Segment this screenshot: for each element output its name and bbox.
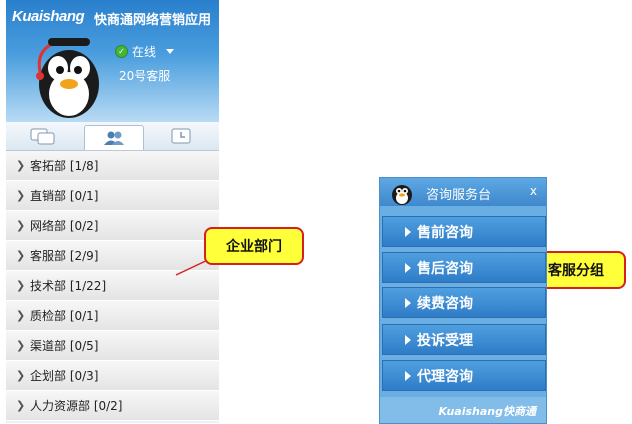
department-label: 直销部 [0/1] xyxy=(30,189,99,203)
footer-brand-latin: Kuaishang xyxy=(438,405,503,418)
play-arrow-icon xyxy=(405,297,411,308)
department-item[interactable]: ❯ 客服部 [2/9] xyxy=(6,241,219,271)
footer-brand-cn: 快商通 xyxy=(503,405,536,418)
department-label: 客拓部 [1/8] xyxy=(30,159,99,173)
contacts-icon xyxy=(104,131,124,145)
mascot-icon xyxy=(392,185,412,205)
play-arrow-icon xyxy=(405,262,411,273)
play-arrow-icon xyxy=(405,370,411,381)
chevron-right-icon: ❯ xyxy=(16,249,26,262)
department-label: 技术部 [1/22] xyxy=(30,279,107,293)
department-item[interactable]: ❯ 网络部 [0/2] xyxy=(6,211,219,241)
department-item[interactable]: ❯ 技术部 [1/22] xyxy=(6,271,219,301)
chevron-right-icon: ❯ xyxy=(16,339,26,352)
history-icon xyxy=(171,128,191,144)
department-label: 企划部 [0/3] xyxy=(30,369,99,383)
department-item[interactable]: ❯ 人力资源部 [0/2] xyxy=(6,391,219,421)
play-arrow-icon xyxy=(405,226,411,237)
service-button-renewal[interactable]: 续费咨询 xyxy=(382,287,546,318)
chevron-right-icon: ❯ xyxy=(16,219,26,232)
department-item[interactable]: ❯ 质检部 [0/1] xyxy=(6,301,219,331)
avatar[interactable] xyxy=(32,32,106,120)
chevron-right-icon: ❯ xyxy=(16,159,26,172)
panel-header: Kuaishang 快商通网络营销应用 ✓ 在线 20号客服 xyxy=(6,0,219,122)
tab-chats[interactable] xyxy=(14,125,72,149)
tab-bar xyxy=(6,122,219,151)
status-selector[interactable]: ✓ 在线 xyxy=(115,43,175,60)
department-list: ❯ 客拓部 [1/8] ❯ 直销部 [0/1] ❯ 网络部 [0/2] ❯ 客服… xyxy=(6,151,219,421)
chat-bubble-icon xyxy=(30,128,55,145)
department-item[interactable]: ❯ 客拓部 [1/8] xyxy=(6,151,219,181)
username: 20号客服 xyxy=(119,69,171,83)
chevron-right-icon: ❯ xyxy=(16,189,26,202)
tab-history[interactable] xyxy=(152,125,210,149)
department-label: 网络部 [0/2] xyxy=(30,219,99,233)
widget-title: 咨询服务台 xyxy=(426,188,492,203)
department-label: 人力资源部 [0/2] xyxy=(30,399,123,413)
callout-departments: 企业部门 xyxy=(204,227,304,265)
chevron-right-icon: ❯ xyxy=(16,279,26,292)
chevron-down-icon xyxy=(166,49,175,54)
service-widget: 咨询服务台 x 售前咨询 售后咨询 续费咨询 投诉受理 代理咨询 Kuaisha… xyxy=(379,177,547,424)
chevron-right-icon: ❯ xyxy=(16,399,26,412)
service-button-agency[interactable]: 代理咨询 xyxy=(382,360,546,391)
service-button-label: 售后咨询 xyxy=(417,260,473,277)
service-button-label: 代理咨询 xyxy=(417,368,473,385)
status-text: 在线 xyxy=(132,45,157,59)
department-label: 客服部 [2/9] xyxy=(30,249,99,263)
online-check-icon: ✓ xyxy=(115,45,128,58)
department-label: 渠道部 [0/5] xyxy=(30,339,99,353)
client-panel: Kuaishang 快商通网络营销应用 ✓ 在线 20号客服 ❯ 客拓部 [1/… xyxy=(6,0,219,423)
service-button-aftersales[interactable]: 售后咨询 xyxy=(382,252,546,283)
service-button-label: 投诉受理 xyxy=(417,332,473,349)
play-arrow-icon xyxy=(405,334,411,345)
widget-header: 咨询服务台 x xyxy=(380,178,546,206)
service-button-label: 售前咨询 xyxy=(417,224,473,241)
service-button-presales[interactable]: 售前咨询 xyxy=(382,216,546,247)
brand-logo-latin: Kuaishang xyxy=(12,8,85,25)
chevron-right-icon: ❯ xyxy=(16,369,26,382)
close-button[interactable]: x xyxy=(530,184,537,198)
footer-brand: Kuaishang快商通 xyxy=(439,403,536,419)
tab-contacts[interactable] xyxy=(84,125,144,150)
widget-footer: Kuaishang快商通 xyxy=(380,397,546,423)
department-item[interactable]: ❯ 直销部 [0/1] xyxy=(6,181,219,211)
service-button-label: 续费咨询 xyxy=(417,295,473,312)
chevron-right-icon: ❯ xyxy=(16,309,26,322)
department-label: 质检部 [0/1] xyxy=(30,309,99,323)
service-button-complaints[interactable]: 投诉受理 xyxy=(382,324,546,355)
department-item[interactable]: ❯ 企划部 [0/3] xyxy=(6,361,219,391)
department-item[interactable]: ❯ 渠道部 [0/5] xyxy=(6,331,219,361)
brand-title: 快商通网络营销应用 xyxy=(94,13,212,28)
